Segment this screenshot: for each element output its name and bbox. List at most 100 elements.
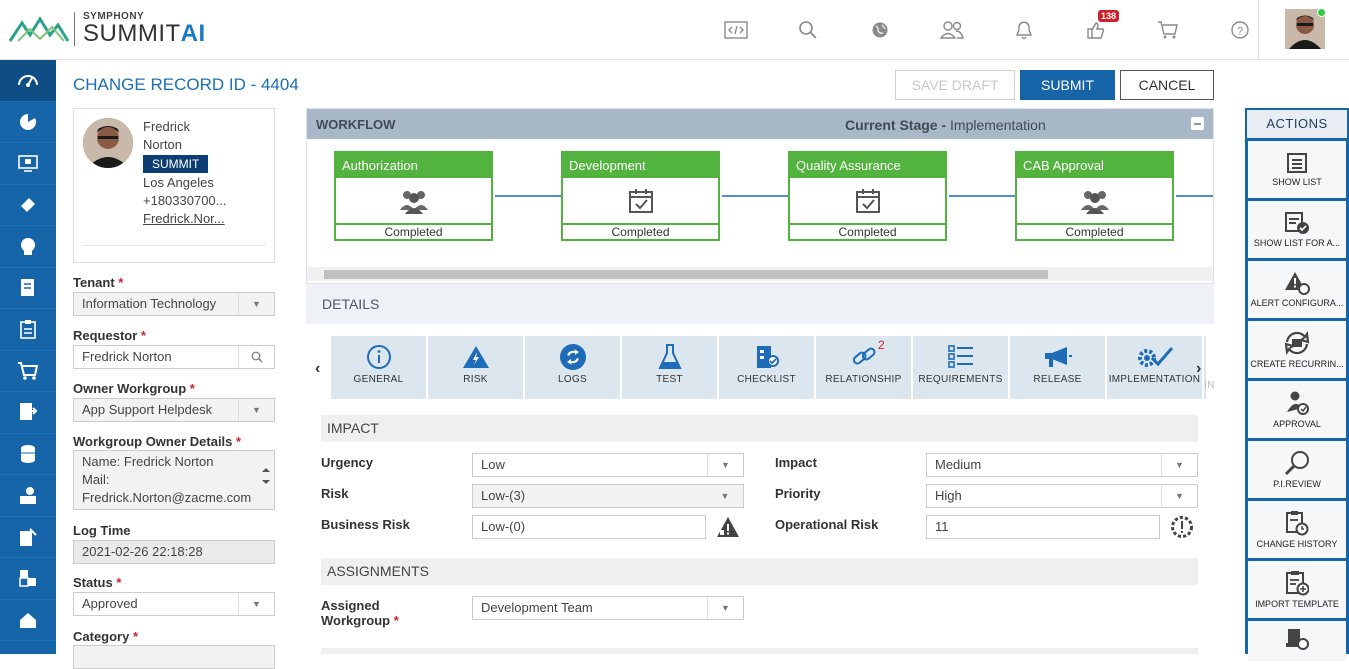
approval-action[interactable]: APPROVAL xyxy=(1248,381,1346,438)
import-template-action[interactable]: IMPORT TEMPLATE xyxy=(1248,561,1346,618)
current-stage-label: Current Stage - xyxy=(845,117,947,133)
tab-relationship[interactable]: 2 RELATIONSHIP xyxy=(816,336,911,399)
save-draft-button[interactable]: SAVE DRAFT xyxy=(895,70,1015,100)
tab-release[interactable]: RELEASE xyxy=(1010,336,1105,399)
details-tabs: ‹ GENERAL RISK LOGS TEST CHECKLIST 2 REL… xyxy=(306,330,1214,402)
sync-icon xyxy=(525,336,620,374)
show-list-action[interactable]: SHOW LIST xyxy=(1248,141,1346,198)
chevron-right-icon[interactable]: › xyxy=(1196,360,1201,378)
requestor-label: Requestor * xyxy=(73,328,146,343)
tab-checklist[interactable]: CHECKLIST xyxy=(719,336,814,399)
thumbs-up-icon[interactable]: 138 xyxy=(1060,10,1132,44)
workflow-scrollbar[interactable] xyxy=(307,267,1213,281)
risk-select[interactable]: Low-(3) ▼ xyxy=(472,484,744,508)
chevron-left-icon[interactable]: ‹ xyxy=(315,360,320,378)
tab-general[interactable]: GENERAL xyxy=(331,336,426,399)
globe-icon[interactable] xyxy=(844,16,916,44)
pi-review-action[interactable]: P.I.REVIEW xyxy=(1248,441,1346,498)
tab-logs[interactable]: LOGS xyxy=(525,336,620,399)
top-header: SYMPHONY SUMMITAI 138 ? xyxy=(0,0,1349,60)
search-icon[interactable] xyxy=(238,346,274,368)
puzzle-icon[interactable] xyxy=(0,558,56,600)
workflow-arrow xyxy=(495,195,561,197)
monitor-icon[interactable] xyxy=(0,143,56,185)
alert-gear-icon[interactable] xyxy=(1170,515,1194,542)
note-edit-icon[interactable] xyxy=(0,517,56,558)
workflow-header: WORKFLOW xyxy=(307,109,1213,139)
megaphone-icon xyxy=(1010,336,1105,374)
workflow-node-quality-assurance[interactable]: Quality Assurance Completed xyxy=(788,151,947,241)
warning-calc-icon[interactable] xyxy=(716,516,740,541)
business-risk-field[interactable]: Low-(0) xyxy=(472,515,706,539)
assigned-workgroup-select[interactable]: Development Team ▼ xyxy=(472,596,744,620)
owner-workgroup-select[interactable]: App Support Helpdesk ▼ xyxy=(73,398,275,422)
ticket-icon[interactable] xyxy=(0,185,56,226)
cancel-button[interactable]: CANCEL xyxy=(1120,70,1214,100)
submit-button[interactable]: SUBMIT xyxy=(1020,70,1115,100)
category-label: Category * xyxy=(73,629,138,644)
workgroup-owner-details-textarea[interactable]: Name: Fredrick Norton Mail: Fredrick.Nor… xyxy=(73,450,275,510)
search-icon[interactable] xyxy=(772,16,844,44)
bell-icon[interactable] xyxy=(988,16,1060,44)
workflow-node-title: CAB Approval xyxy=(1017,153,1172,178)
requestor-input[interactable]: Fredrick Norton xyxy=(73,345,275,369)
code-icon[interactable] xyxy=(700,16,772,44)
log-time-label: Log Time xyxy=(73,523,131,538)
document-edit-icon[interactable] xyxy=(0,268,56,309)
urgency-select[interactable]: Low ▼ xyxy=(472,453,744,477)
scroll-arrows-icon[interactable] xyxy=(261,467,271,489)
list-check-icon xyxy=(1285,212,1309,234)
cart-icon[interactable] xyxy=(1132,16,1204,44)
priority-select[interactable]: High ▼ xyxy=(926,484,1198,508)
users-icon[interactable] xyxy=(916,16,988,44)
help-icon[interactable]: ? xyxy=(1204,16,1276,44)
tab-risk[interactable]: RISK xyxy=(428,336,523,399)
tenant-select[interactable]: Information Technology ▼ xyxy=(73,292,275,316)
logo-name: SUMMITAI xyxy=(83,22,206,46)
workflow-node-development[interactable]: Development Completed xyxy=(561,151,720,241)
chevron-down-icon: ▼ xyxy=(238,293,274,315)
action-label: P.I.REVIEW xyxy=(1273,479,1321,489)
list-icon xyxy=(913,336,1008,374)
action-label: IMPORT TEMPLATE xyxy=(1255,599,1339,609)
impact-select[interactable]: Medium ▼ xyxy=(926,453,1198,477)
tab-test[interactable]: TEST xyxy=(622,336,717,399)
workflow-node-title: Authorization xyxy=(336,153,491,178)
show-list-for-action[interactable]: SHOW LIST FOR A... xyxy=(1248,201,1346,258)
cart-nav-icon[interactable] xyxy=(0,351,56,392)
group-icon xyxy=(336,178,491,223)
create-recurring-action[interactable]: CREATE RECURRIN... xyxy=(1248,321,1346,378)
workflow-node-cab-approval[interactable]: CAB Approval Completed xyxy=(1015,151,1174,241)
clipboard-icon[interactable] xyxy=(0,309,56,351)
workflow-node-authorization[interactable]: Authorization Completed xyxy=(334,151,493,241)
more-action[interactable] xyxy=(1248,621,1346,661)
user-laptop-icon[interactable] xyxy=(0,475,56,517)
collapse-icon[interactable] xyxy=(1191,117,1204,130)
calendar-check-icon xyxy=(563,178,718,223)
workflow-node-title: Development xyxy=(563,153,718,178)
scrollbar-thumb[interactable] xyxy=(324,270,1048,279)
database-icon[interactable] xyxy=(0,434,56,475)
home-back-icon[interactable] xyxy=(0,600,56,641)
change-history-action[interactable]: CHANGE HISTORY xyxy=(1248,501,1346,558)
required-mark: * xyxy=(236,434,242,449)
priority-label: Priority xyxy=(775,486,821,501)
tab-implementation[interactable]: IMPLEMENTATION xyxy=(1107,336,1202,399)
pie-chart-icon[interactable] xyxy=(0,102,56,143)
document-forward-icon[interactable] xyxy=(0,392,56,434)
assigned-workgroup-value: Development Team xyxy=(481,600,593,615)
chevron-down-icon: ▼ xyxy=(1161,485,1197,507)
next-section-header xyxy=(321,648,1198,654)
brand-logo[interactable]: SYMPHONY SUMMITAI xyxy=(8,10,206,48)
status-select[interactable]: Approved ▼ xyxy=(73,592,275,616)
workgroup-owner-mail-label: Mail: xyxy=(82,472,110,487)
category-select[interactable] xyxy=(73,645,275,669)
operational-risk-field[interactable]: 11 xyxy=(926,515,1160,539)
risk-value: Low-(3) xyxy=(481,488,526,503)
chevron-down-icon: ▼ xyxy=(707,454,743,476)
headset-icon[interactable] xyxy=(0,226,56,268)
dashboard-icon[interactable] xyxy=(0,60,56,102)
requestor-email-link[interactable]: Fredrick.Nor... xyxy=(143,210,271,228)
alert-configuration-action[interactable]: ALERT CONFIGURA... xyxy=(1248,261,1346,318)
tab-requirements[interactable]: REQUIREMENTS xyxy=(913,336,1008,399)
